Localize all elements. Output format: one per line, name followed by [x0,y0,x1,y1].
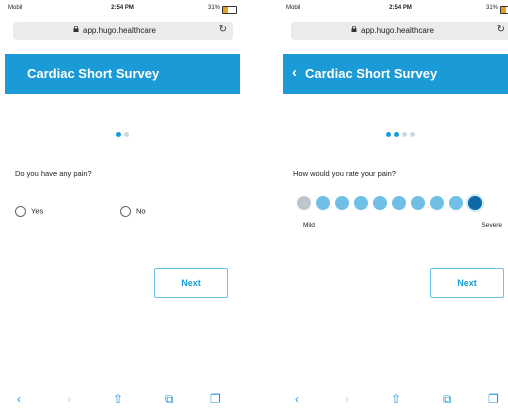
pain-scale-option[interactable] [297,196,311,210]
survey-screen-left: Mobil 2:54 PM 31% app.hugo.healthcare ↻ … [5,0,240,414]
progress-dot [386,132,391,137]
battery-icon [222,6,237,14]
app-header: Cardiac Short Survey [5,54,240,94]
pain-scale-option[interactable] [468,196,482,210]
progress-indicator [5,124,240,142]
reload-icon[interactable]: ↻ [497,24,505,35]
pain-scale-option[interactable] [449,196,463,210]
status-time: 2:54 PM [389,5,412,11]
page-title: Cardiac Short Survey [27,66,160,81]
address-bar[interactable]: app.hugo.healthcare ↻ [291,22,508,40]
progress-dot [410,132,415,137]
browser-toolbar: ‹ › ⇧ ⧉ ❐ [5,390,240,412]
browser-toolbar: ‹ › ⇧ ⧉ ❐ [283,390,508,412]
radio-button[interactable] [120,206,131,217]
pain-scale-option[interactable] [411,196,425,210]
address-bar[interactable]: app.hugo.healthcare ↻ [13,22,233,40]
status-bar: Mobil 2:54 PM 31% [283,4,508,16]
share-icon[interactable]: ⇧ [113,392,123,406]
back-arrow-icon[interactable]: ‹ [17,392,21,406]
share-icon[interactable]: ⇧ [391,392,401,406]
forward-arrow-icon[interactable]: › [67,392,71,406]
bookmarks-icon[interactable]: ⧉ [443,392,452,407]
url-text: app.hugo.healthcare [83,26,156,35]
pain-scale-option[interactable] [354,196,368,210]
url-text: app.hugo.healthcare [361,26,434,35]
option-label: No [136,206,146,216]
pain-scale-option[interactable] [392,196,406,210]
question-text: Do you have any pain? [15,169,92,178]
progress-indicator [283,124,508,142]
pain-scale-option[interactable] [316,196,330,210]
battery-percent: 31% [485,5,498,11]
next-button[interactable]: Next [154,268,228,298]
status-time: 2:54 PM [111,5,134,11]
page-title: Cardiac Short Survey [305,66,438,81]
battery-icon [500,6,508,14]
tabs-icon[interactable]: ❐ [210,392,221,406]
option-yes[interactable]: Yes [15,206,43,217]
app-header: ‹ Cardiac Short Survey [283,54,508,94]
bookmarks-icon[interactable]: ⧉ [165,392,174,407]
status-bar: Mobil 2:54 PM 31% [5,4,240,16]
reload-icon[interactable]: ↻ [219,24,227,35]
pain-scale-option[interactable] [373,196,387,210]
survey-screen-right: Mobil 2:54 PM 31% app.hugo.healthcare ↻ … [283,0,508,414]
progress-dot [116,132,121,137]
option-no[interactable]: No [120,206,146,217]
option-label: Yes [31,206,44,216]
pain-scale-option[interactable] [430,196,444,210]
radio-button[interactable] [15,206,26,217]
tabs-icon[interactable]: ❐ [488,392,499,406]
lock-icon [73,26,79,32]
back-chevron-icon[interactable]: ‹ [292,64,297,81]
next-button[interactable]: Next [430,268,504,298]
lock-icon [351,26,357,32]
forward-arrow-icon[interactable]: › [345,392,349,406]
progress-dot [394,132,399,137]
pain-scale-option[interactable] [335,196,349,210]
back-arrow-icon[interactable]: ‹ [295,392,299,406]
question-text: How would you rate your pain? [293,169,396,178]
scale-max-label: Severe [481,222,502,229]
progress-dot [124,132,129,137]
scale-min-label: Mild [303,222,315,229]
progress-dot [402,132,407,137]
battery-percent: 31% [207,5,220,11]
